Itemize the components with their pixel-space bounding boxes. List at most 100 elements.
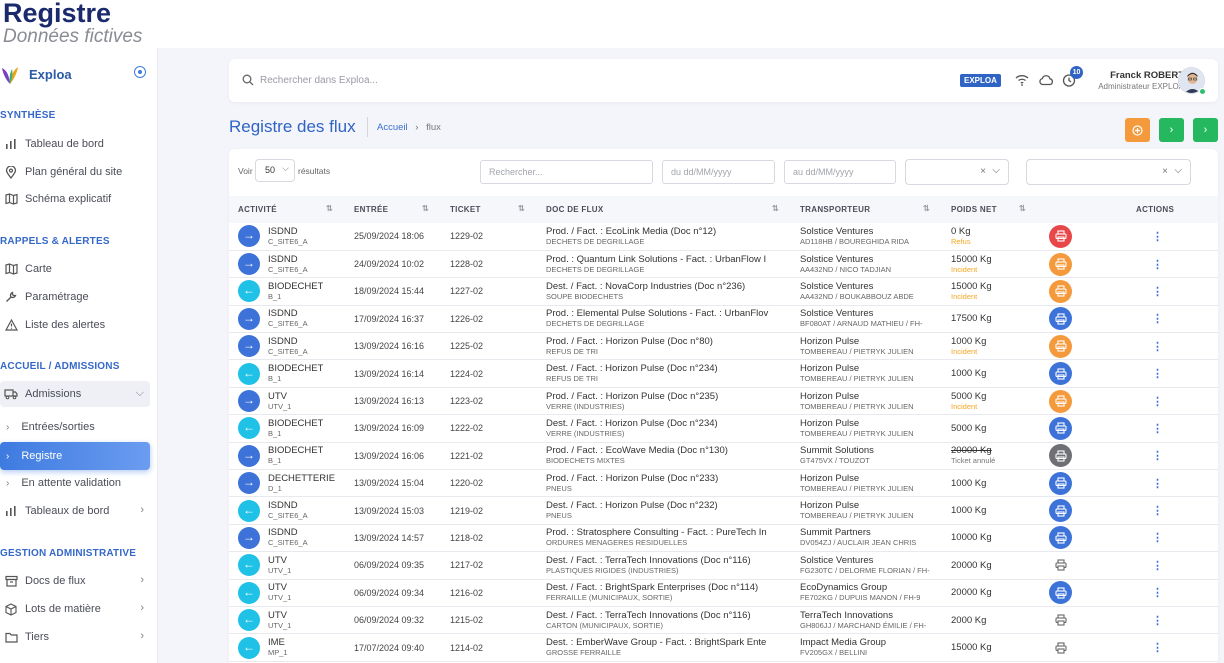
arrow-right-icon[interactable]: → <box>238 307 260 330</box>
sidebar-item-registre[interactable]: › Registre <box>0 442 150 470</box>
sidebar-item-schema[interactable]: Schéma explicatif <box>0 186 150 212</box>
doc-title[interactable]: Prod. / Fact. : Horizon Pulse (Doc n°235… <box>546 391 787 402</box>
print-button[interactable] <box>1049 526 1072 550</box>
arrow-left-icon[interactable]: ← <box>238 362 260 385</box>
add-button[interactable] <box>1125 118 1150 142</box>
export-button[interactable]: › <box>1193 118 1218 142</box>
arrow-right-icon[interactable]: → <box>238 444 260 467</box>
sort-icon[interactable]: ⇅ <box>772 204 779 213</box>
column-header[interactable]: DOC DE FLUX ⇅ <box>537 196 791 223</box>
doc-title[interactable]: Prod. / Fact. : Horizon Pulse (Doc n°80) <box>546 336 787 347</box>
arrow-right-icon[interactable]: → <box>238 390 260 413</box>
more-actions-icon[interactable]: ⋮ <box>1152 313 1163 325</box>
arrow-left-icon[interactable]: ← <box>238 609 260 632</box>
sidebar-item-parametrage[interactable]: Paramétrage <box>0 284 150 310</box>
table-row[interactable]: ← UTV UTV_1 06/09/2024 09:35 1217-02 Dest. / … <box>229 551 1218 580</box>
more-actions-icon[interactable]: ⋮ <box>1152 423 1163 435</box>
sort-icon[interactable]: ⇅ <box>518 204 525 213</box>
sidebar-item-docs-de-flux[interactable]: Docs de flux › <box>0 568 150 594</box>
arrow-left-icon[interactable]: ← <box>238 499 260 522</box>
arrow-left-icon[interactable]: ← <box>238 636 260 659</box>
table-row[interactable]: ← BIODECHET B_1 18/09/2024 15:44 1227-02 Dest… <box>229 277 1218 306</box>
print-button[interactable] <box>1049 389 1072 413</box>
global-search-input[interactable] <box>260 72 660 88</box>
table-row[interactable]: → ISDND C_SITE6_A 25/09/2024 18:06 1229-02 Pr… <box>229 223 1218 251</box>
doc-title[interactable]: Dest. : EmberWave Group - Fact. : Bright… <box>546 637 787 648</box>
more-actions-icon[interactable]: ⋮ <box>1152 286 1163 298</box>
sidebar-item-admissions[interactable]: Admissions ⌵ <box>0 381 150 407</box>
sort-icon[interactable]: ⇅ <box>923 204 930 213</box>
filter-select-1[interactable]: × ⌵ <box>905 159 1009 185</box>
print-button[interactable] <box>1049 554 1072 577</box>
doc-title[interactable]: Dest. / Fact. : Horizon Pulse (Doc n°234… <box>546 363 787 374</box>
print-button[interactable] <box>1049 471 1072 495</box>
doc-title[interactable]: Prod. / Fact. : Horizon Pulse (Doc n°233… <box>546 473 787 484</box>
doc-title[interactable]: Dest. / Fact. : BrightSpark Enterprises … <box>546 582 787 593</box>
more-actions-icon[interactable]: ⋮ <box>1152 478 1163 490</box>
more-actions-icon[interactable]: ⋮ <box>1152 642 1163 654</box>
more-actions-icon[interactable]: ⋮ <box>1152 587 1163 599</box>
table-row[interactable]: ← BIODECHET B_1 13/09/2024 16:09 1222-02 Dest… <box>229 414 1218 443</box>
print-button[interactable] <box>1049 581 1072 605</box>
doc-title[interactable]: Dest. / Fact. : Horizon Pulse (Doc n°232… <box>546 500 787 511</box>
more-actions-icon[interactable]: ⋮ <box>1152 450 1163 462</box>
clear-icon[interactable]: × <box>980 166 986 177</box>
more-actions-icon[interactable]: ⋮ <box>1152 341 1163 353</box>
arrow-right-icon[interactable]: → <box>238 526 260 549</box>
brand[interactable]: Exploa <box>0 62 157 90</box>
table-row[interactable]: → ISDND C_SITE6_A 13/09/2024 16:16 1225-02 Pr… <box>229 332 1218 361</box>
next-button[interactable]: › <box>1159 118 1184 142</box>
table-search-input[interactable] <box>480 160 653 184</box>
sidebar-item-entrees-sorties[interactable]: › Entrées/sorties <box>0 414 150 440</box>
sidebar-item-lots[interactable]: Lots de matière › <box>0 596 150 622</box>
doc-title[interactable]: Dest. / Fact. : TerraTech Innovations (D… <box>546 610 787 621</box>
sidebar-item-tableaux-de-bord[interactable]: Tableaux de bord › <box>0 498 150 524</box>
date-from-input[interactable] <box>662 160 775 184</box>
print-button[interactable] <box>1049 334 1072 358</box>
sort-icon[interactable]: ⇅ <box>326 204 333 213</box>
more-actions-icon[interactable]: ⋮ <box>1152 259 1163 271</box>
more-actions-icon[interactable]: ⋮ <box>1152 396 1163 408</box>
doc-title[interactable]: Dest. / Fact. : TerraTech Innovations (D… <box>546 555 787 566</box>
print-button[interactable] <box>1049 609 1072 632</box>
table-row[interactable]: ← IME MP_1 17/07/2024 09:40 1214-02 Dest. : E… <box>229 633 1218 662</box>
more-actions-icon[interactable]: ⋮ <box>1152 615 1163 627</box>
doc-title[interactable]: Prod. : Quantum Link Solutions - Fact. :… <box>546 254 787 265</box>
sort-icon[interactable]: ⇅ <box>1019 204 1026 213</box>
sidebar-item-tableau-de-bord[interactable]: Tableau de bord <box>0 131 150 157</box>
breadcrumb-home-link[interactable]: Accueil <box>377 122 408 133</box>
arrow-left-icon[interactable]: ← <box>238 417 260 440</box>
print-button[interactable] <box>1049 224 1072 248</box>
arrow-left-icon[interactable]: ← <box>238 280 260 303</box>
filter-select-2[interactable]: × ⌵ <box>1026 159 1191 185</box>
cloud-icon[interactable] <box>1038 72 1054 88</box>
clear-icon[interactable]: × <box>1162 166 1168 177</box>
print-button[interactable] <box>1049 416 1072 440</box>
doc-title[interactable]: Dest. / Fact. : NovaCorp Industries (Doc… <box>546 281 787 292</box>
column-header[interactable]: TRANSPORTEUR ⇅ <box>791 196 942 223</box>
more-actions-icon[interactable]: ⋮ <box>1152 505 1163 517</box>
arrow-right-icon[interactable]: → <box>238 253 260 276</box>
sidebar-item-carte[interactable]: Carte <box>0 256 150 282</box>
sidebar-item-plan-general[interactable]: Plan général du site <box>0 159 150 185</box>
table-row[interactable]: → ISDND C_SITE6_A 24/09/2024 10:02 1228-02 Pr… <box>229 250 1218 279</box>
more-actions-icon[interactable]: ⋮ <box>1152 368 1163 380</box>
column-header[interactable]: TICKET ⇅ <box>441 196 537 223</box>
arrow-right-icon[interactable]: → <box>238 335 260 358</box>
more-actions-icon[interactable]: ⋮ <box>1152 560 1163 572</box>
date-to-input[interactable] <box>784 160 896 184</box>
arrow-right-icon[interactable]: → <box>238 472 260 495</box>
sidebar-toggle-icon[interactable] <box>134 66 146 78</box>
print-button[interactable] <box>1049 252 1072 276</box>
print-button[interactable] <box>1049 499 1072 523</box>
arrow-left-icon[interactable]: ← <box>238 554 260 577</box>
table-row[interactable]: ← BIODECHET B_1 13/09/2024 16:14 1224-02 Dest… <box>229 359 1218 388</box>
sidebar-item-alertes[interactable]: Liste des alertes <box>0 312 150 338</box>
table-row[interactable]: → ISDND C_SITE6_A 13/09/2024 14:57 1218-02 Pr… <box>229 524 1218 553</box>
doc-title[interactable]: Prod. : Elemental Pulse Solutions - Fact… <box>546 308 787 319</box>
column-header[interactable]: ENTRÉE ⇅ <box>345 196 441 223</box>
doc-title[interactable]: Prod. / Fact. : EcoLink Media (Doc n°12) <box>546 226 787 237</box>
doc-title[interactable]: Prod. / Fact. : EcoWave Media (Doc n°130… <box>546 445 787 456</box>
table-row[interactable]: ← UTV UTV_1 06/09/2024 09:32 1215-02 Dest. / … <box>229 606 1218 635</box>
print-button[interactable] <box>1049 636 1072 659</box>
